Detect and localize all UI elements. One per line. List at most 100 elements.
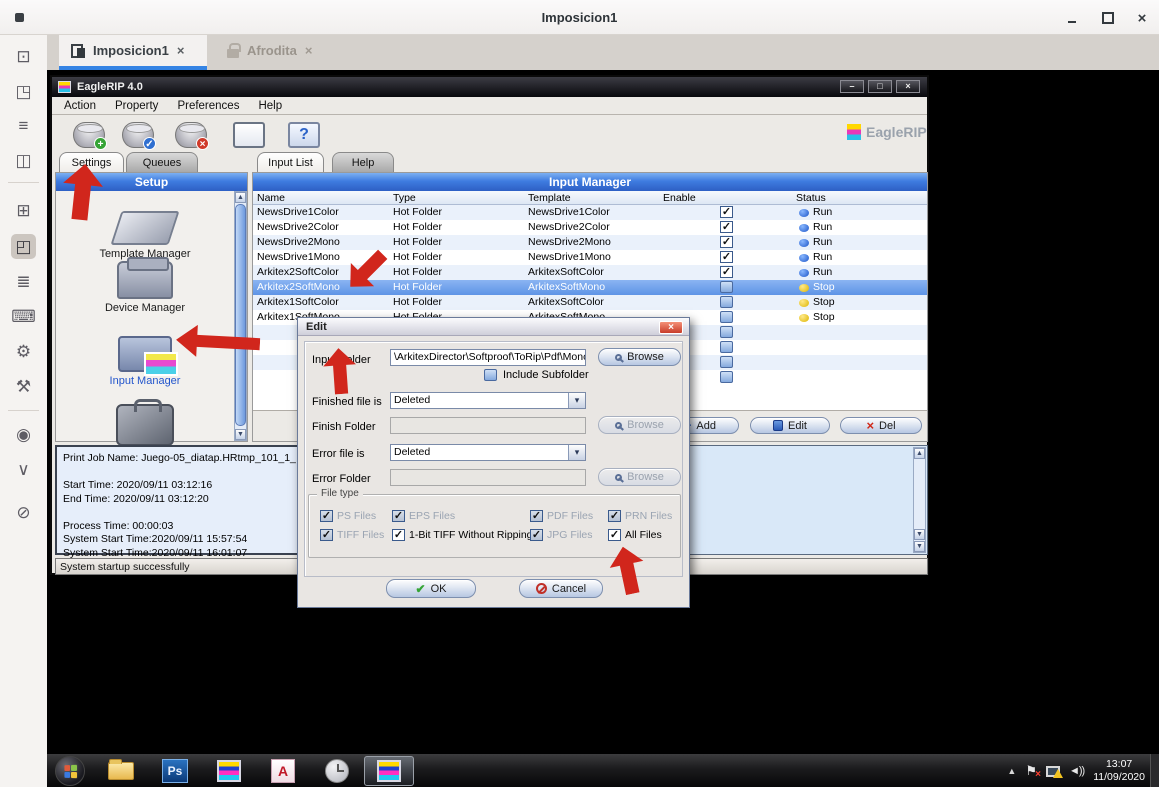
taskbar-acrobat-button[interactable]: A: [267, 757, 299, 785]
host-minimize-icon[interactable]: [1060, 7, 1084, 29]
scaled-mode-icon[interactable]: ◰: [11, 234, 36, 259]
input-folder-browse-button[interactable]: Browse: [598, 348, 681, 366]
del-button[interactable]: × Del: [840, 417, 922, 434]
filetype-jpg-files[interactable]: JPG Files: [530, 528, 593, 541]
enable-checkbox[interactable]: [720, 266, 733, 278]
table-row[interactable]: NewsDrive2ColorHot FolderNewsDrive2Color…: [253, 220, 927, 235]
screenshot-camera-icon[interactable]: ◉: [11, 422, 36, 447]
menu-help[interactable]: Help: [258, 100, 282, 112]
checkbox[interactable]: [320, 510, 333, 522]
input-delete-database-icon[interactable]: ×: [175, 122, 207, 148]
show-desktop-button[interactable]: [1150, 754, 1159, 787]
volume-icon[interactable]: ◄)): [1069, 765, 1084, 777]
enable-checkbox[interactable]: [720, 296, 733, 308]
input-folder-field[interactable]: \ArkitexDirector\Softproof\ToRip\Pdf\Mon…: [390, 349, 586, 366]
enable-checkbox[interactable]: [720, 341, 733, 353]
table-row[interactable]: Arkitex1SoftColorHot FolderArkitexSoftCo…: [253, 295, 927, 310]
taskbar-explorer-button[interactable]: [105, 757, 137, 785]
help-icon[interactable]: ?: [288, 122, 320, 148]
enable-checkbox[interactable]: [720, 371, 733, 383]
scroll-down-icon[interactable]: ▼: [914, 541, 925, 552]
tab-afrodita[interactable]: Afrodita ×: [215, 35, 337, 66]
filetype-pdf-files[interactable]: PDF Files: [530, 509, 593, 522]
enable-checkbox[interactable]: [720, 281, 733, 293]
filetype-eps-files[interactable]: EPS Files: [392, 509, 455, 522]
checkbox[interactable]: [392, 510, 405, 522]
taskbar-clock-app-button[interactable]: [321, 757, 353, 785]
ok-button[interactable]: ✔ OK: [386, 579, 476, 598]
checkbox[interactable]: [392, 529, 405, 541]
checkbox[interactable]: [608, 529, 621, 541]
dialog-close-icon[interactable]: ×: [659, 321, 683, 334]
scroll-up-icon[interactable]: ▲: [235, 192, 246, 203]
action-center-flag-icon[interactable]: ⚑: [1025, 763, 1037, 779]
error-file-select[interactable]: Deleted ▾: [390, 444, 586, 461]
job-list-document-icon[interactable]: [233, 122, 265, 148]
tab-imposicion1[interactable]: Imposicion1 ×: [59, 35, 207, 66]
taskbar-eaglerip-button[interactable]: [213, 757, 245, 785]
rip-titlebar[interactable]: EagleRIP 4.0: [52, 77, 927, 97]
filetype-tiff-files[interactable]: TIFF Files: [320, 528, 384, 541]
dynamic-resolution-icon[interactable]: ⊞: [11, 198, 36, 223]
checkbox[interactable]: [608, 510, 621, 522]
taskbar-photoshop-button[interactable]: Ps: [159, 757, 191, 785]
network-warning-icon[interactable]: [1046, 766, 1060, 777]
log-scrollbar[interactable]: ▲ ▼ ▼: [913, 447, 926, 553]
setup-item-device-manager[interactable]: Device Manager: [56, 261, 234, 314]
disconnect-icon[interactable]: ⊘: [11, 500, 36, 525]
scroll-down-icon[interactable]: ▼: [235, 429, 246, 440]
tab-input-list[interactable]: Input List: [257, 152, 324, 172]
menu-action[interactable]: Action: [64, 100, 96, 112]
view-options-icon[interactable]: ≡: [11, 113, 36, 138]
fullscreen-icon[interactable]: ◳: [11, 79, 36, 104]
checkbox[interactable]: [530, 529, 543, 541]
scroll-thumb[interactable]: [235, 204, 246, 426]
enable-checkbox[interactable]: [720, 206, 733, 218]
edit-button[interactable]: Edit: [750, 417, 830, 434]
table-row[interactable]: NewsDrive1ColorHot FolderNewsDrive1Color…: [253, 205, 927, 220]
enable-checkbox[interactable]: [720, 251, 733, 263]
finished-file-select[interactable]: Deleted ▾: [390, 392, 586, 409]
enable-checkbox[interactable]: [720, 221, 733, 233]
include-subfolder-checkbox[interactable]: [484, 369, 497, 381]
multi-monitor-icon[interactable]: ◫: [11, 148, 36, 173]
rip-close-icon[interactable]: [896, 80, 920, 93]
taskbar-clock[interactable]: 13:07 11/09/2020: [1093, 758, 1145, 784]
checkbox[interactable]: [320, 529, 333, 541]
tab-queues[interactable]: Queues: [126, 152, 198, 172]
cancel-button[interactable]: Cancel: [519, 579, 603, 598]
panel-menu-icon[interactable]: ≣: [11, 269, 36, 294]
preferences-gears-icon[interactable]: ⚙: [11, 339, 36, 364]
dropdown-arrow-icon[interactable]: ▾: [568, 445, 585, 460]
scroll-down-icon[interactable]: ▼: [914, 529, 925, 540]
host-close-icon[interactable]: [1130, 7, 1154, 29]
keyboard-grab-icon[interactable]: ⌨: [11, 304, 36, 329]
input-enable-database-icon[interactable]: ✓: [122, 122, 154, 148]
tab-help[interactable]: Help: [332, 152, 394, 172]
setup-scrollbar[interactable]: ▲ ▼: [234, 191, 247, 441]
taskbar-active-eaglerip-button[interactable]: [364, 756, 414, 786]
enable-checkbox[interactable]: [720, 236, 733, 248]
filetype-1-bit-tiff-without-ripping[interactable]: 1-Bit TIFF Without Ripping: [392, 528, 533, 541]
hidden-icons-chevron-icon[interactable]: ▲: [1007, 766, 1016, 776]
menu-property[interactable]: Property: [115, 100, 158, 112]
tools-wrench-icon[interactable]: ⚒: [11, 374, 36, 399]
rip-minimize-icon[interactable]: [840, 80, 864, 93]
enable-checkbox[interactable]: [720, 356, 733, 368]
start-button[interactable]: [55, 756, 85, 786]
capture-frame-icon[interactable]: ⊡: [11, 44, 36, 69]
filetype-ps-files[interactable]: PS Files: [320, 509, 376, 522]
tab-close-icon[interactable]: ×: [177, 43, 185, 58]
checkbox[interactable]: [530, 510, 543, 522]
minimize-chevron-icon[interactable]: ∨: [11, 457, 36, 482]
dialog-titlebar[interactable]: Edit: [298, 318, 689, 336]
host-maximize-icon[interactable]: [1096, 7, 1120, 29]
tab-close-icon[interactable]: ×: [305, 43, 313, 58]
menu-preferences[interactable]: Preferences: [177, 100, 239, 112]
enable-checkbox[interactable]: [720, 326, 733, 338]
input-add-database-icon[interactable]: +: [73, 122, 105, 148]
dropdown-arrow-icon[interactable]: ▾: [568, 393, 585, 408]
rip-maximize-icon[interactable]: [868, 80, 892, 93]
enable-checkbox[interactable]: [720, 311, 733, 323]
filetype-prn-files[interactable]: PRN Files: [608, 509, 672, 522]
